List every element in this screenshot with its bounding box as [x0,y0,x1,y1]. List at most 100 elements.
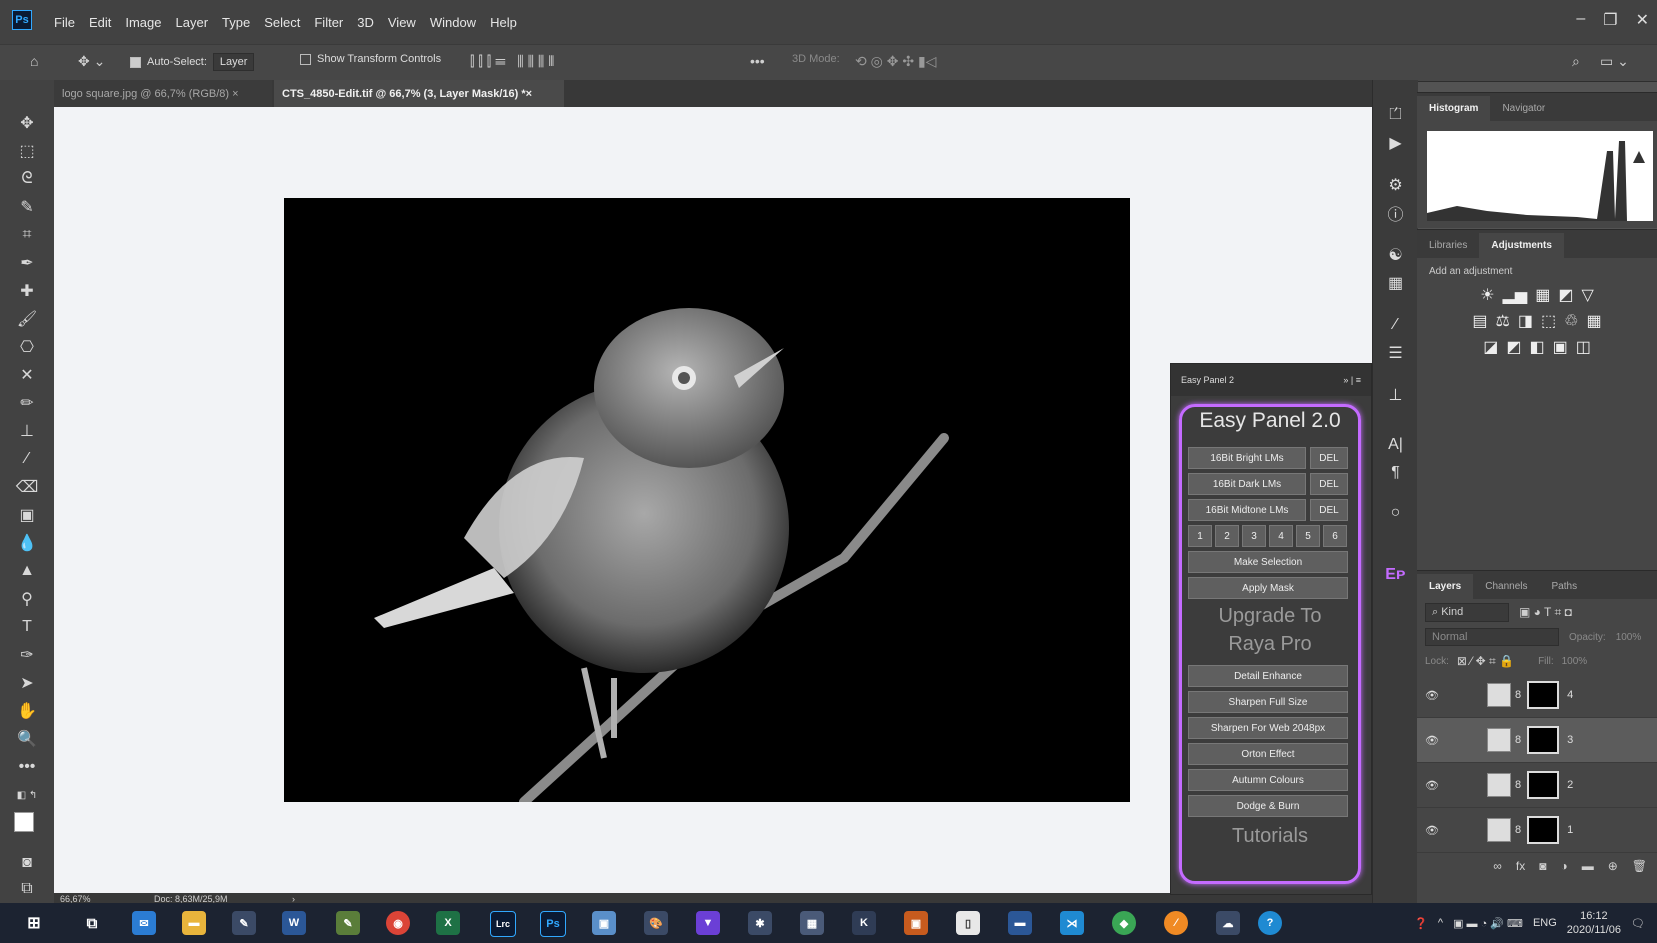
curves-icon[interactable]: ▦ [1535,285,1550,305]
home-icon[interactable]: ⌂ [30,53,38,69]
search-icon[interactable]: ⌕ [1572,53,1580,70]
eyedropper-icon[interactable]: ✒ [0,250,54,276]
hand-icon[interactable]: ✋ [0,698,54,724]
tab-channels[interactable]: Channels [1473,574,1539,599]
channel-mixer-icon[interactable]: ♲ [1564,311,1578,331]
selective-color-icon[interactable]: ◫ [1576,337,1591,357]
tab-cts-4850[interactable]: CTS_4850-Edit.tif @ 66,7% (3, Layer Mask… [274,80,564,107]
align-icons[interactable]: ⫿ ⫿ ⫿ ☰ ⫼ ⫼ ⫼ ⦀ [470,53,554,70]
mask-5-button[interactable]: 5 [1296,525,1320,547]
chrome-icon[interactable]: ◉ [386,911,410,935]
eye-icon[interactable]: 👁 [1417,734,1447,747]
tab-libraries[interactable]: Libraries [1417,233,1479,258]
app-icon[interactable]: ☁ [1216,911,1240,935]
bright-del-button[interactable]: DEL [1310,447,1348,469]
eye-icon[interactable]: 👁 [1417,779,1447,792]
levels-icon[interactable]: ▂▅ [1503,285,1528,305]
sharpen-web-button[interactable]: Sharpen For Web 2048px [1188,717,1348,739]
blend-mode-dropdown[interactable]: Normal [1425,628,1559,646]
history-brush-icon[interactable]: ✕ [0,362,54,388]
link-layers-icon[interactable]: ∞ [1493,859,1502,873]
lasso-icon[interactable]: ᘓ [0,166,54,192]
tab-layers[interactable]: Layers [1417,574,1474,599]
photos-icon[interactable]: ▣ [592,911,616,935]
more-options-icon[interactable]: ••• [750,53,765,69]
mask-2-button[interactable]: 2 [1215,525,1239,547]
paragraph-icon[interactable]: ¶ [1373,460,1418,486]
layer-mask-thumbnail[interactable] [1527,726,1560,754]
tray-chevron-icon[interactable]: ^ [1438,917,1443,929]
detail-enhance-button[interactable]: Detail Enhance [1188,665,1348,687]
bright-lms-button[interactable]: 16Bit Bright LMs [1188,447,1306,469]
photoshop-taskbar-icon[interactable]: Ps [540,911,566,937]
dodge-icon[interactable]: ⚲ [0,586,54,612]
menu-help[interactable]: Help [490,15,517,30]
dark-lms-button[interactable]: 16Bit Dark LMs [1188,473,1306,495]
language-indicator[interactable]: ENG [1533,917,1557,929]
close-icon[interactable]: ✕ [1636,10,1649,30]
pen-icon[interactable]: ✑ [0,642,54,668]
tray-icons[interactable]: ▣ ▬ ◔ 🔊 ⌨ [1453,917,1523,930]
file-explorer-icon[interactable]: ▬ [182,911,206,935]
notepad-icon[interactable]: ▯ [956,911,980,935]
more-tools-icon[interactable]: ••• [0,754,54,780]
invert-icon[interactable]: ◪ [1483,337,1498,357]
filter-icons[interactable]: ▣ ◕ T ⌗ ◘ [1519,605,1572,620]
quick-select-icon[interactable]: ✎ [0,194,54,220]
sharpen-icon[interactable]: ▲ [0,558,54,584]
layer-row[interactable]: 👁 8 1 [1417,808,1657,853]
auto-select-checkbox[interactable] [130,56,141,68]
opacity-value[interactable]: 100% [1616,632,1642,643]
tab-logo-square[interactable]: logo square.jpg @ 66,7% (RGB/8) × [54,80,272,107]
sharpen-full-size-button[interactable]: Sharpen Full Size [1188,691,1348,713]
posterize-icon[interactable]: ◩ [1506,337,1521,357]
color-lookup-icon[interactable]: ▦ [1586,311,1601,331]
menu-window[interactable]: Window [430,15,476,30]
character-icon[interactable]: A| [1373,432,1418,458]
autumn-colours-button[interactable]: Autumn Colours [1188,769,1348,791]
panel-menu-icon[interactable]: » | ≡ [1343,375,1361,385]
new-layer-icon[interactable]: ⊕ [1608,859,1618,873]
move-icon[interactable]: ✥ [0,110,54,136]
dark-del-button[interactable]: DEL [1310,473,1348,495]
brightness-icon[interactable]: ☀ [1480,285,1494,305]
kind-filter-dropdown[interactable]: ⌕ Kind [1425,602,1509,622]
foreground-color-swatch[interactable] [14,812,34,832]
gradient-map-icon[interactable]: ▣ [1553,337,1568,357]
layer-mask-thumbnail[interactable] [1527,681,1560,709]
auto-select-dropdown[interactable]: Layer [212,53,255,71]
color-balance-icon[interactable]: ⚖ [1496,311,1510,331]
healing-icon[interactable]: ✚ [0,278,54,304]
chain-icon[interactable]: 8 [1515,689,1521,701]
black-white-icon[interactable]: ◨ [1518,311,1533,331]
path-select-icon[interactable]: ➤ [0,670,54,696]
swap-colors-icon[interactable]: ◧ ↰ [0,782,54,808]
move-tool-icon[interactable]: ✥ ⌄ [78,53,105,70]
excel-icon[interactable]: X [436,911,460,935]
fill-value[interactable]: 100% [1562,656,1588,667]
app-icon[interactable]: ✎ [336,911,360,935]
tab-histogram[interactable]: Histogram [1417,96,1491,121]
color-icon[interactable]: ☯ [1373,242,1418,268]
orton-effect-button[interactable]: Orton Effect [1188,743,1348,765]
app-icon[interactable]: ◆ [1112,911,1136,935]
app-icon[interactable]: ✎ [232,911,256,935]
mask-1-button[interactable]: 1 [1188,525,1212,547]
layer-row[interactable]: 👁 8 2 [1417,763,1657,808]
menu-view[interactable]: View [388,15,416,30]
menu-filter[interactable]: Filter [314,15,343,30]
tab-paths[interactable]: Paths [1540,574,1590,599]
brush-settings-icon[interactable]: ⁄ [1373,312,1418,338]
adjust-sliders-icon[interactable]: ☰ [1373,340,1418,366]
photo-filter-icon[interactable]: ⬚ [1541,311,1556,331]
swatches-icon[interactable]: ▦ [1373,270,1418,296]
quick-mask-icon[interactable]: ◙ [0,850,54,876]
notification-icon[interactable]: 🗨 [1631,917,1645,930]
show-transform-checkbox[interactable] [300,53,311,65]
upgrade-text-2[interactable]: Raya Pro [1182,633,1358,656]
gradient-icon[interactable]: ▣ [0,502,54,528]
app-icon[interactable]: ✱ [748,911,772,935]
clock[interactable]: 16:12 2020/11/06 [1567,909,1621,937]
photoshop-logo-icon[interactable]: Ps [12,10,32,30]
chain-icon[interactable]: 8 [1515,779,1521,791]
